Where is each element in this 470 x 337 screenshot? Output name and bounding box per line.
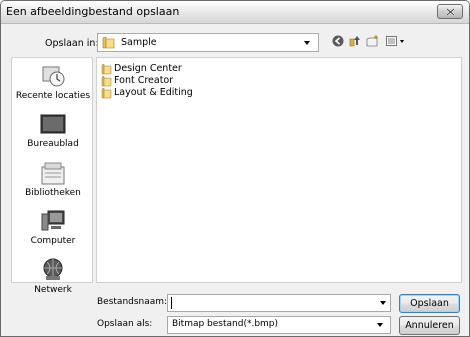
save-in-dropdown[interactable]: Sample (97, 33, 319, 52)
file-name: Design Center (114, 63, 182, 74)
folder-icon (102, 36, 115, 49)
filename-input[interactable] (167, 294, 391, 312)
recent-locations-icon (42, 66, 65, 87)
title-bar[interactable]: Een afbeeldingbestand opslaan (1, 1, 469, 24)
back-icon[interactable] (332, 35, 344, 47)
save-in-value: Sample (121, 37, 157, 48)
close-button[interactable] (437, 4, 463, 19)
save-in-label: Opslaan in: (45, 38, 99, 49)
chevron-down-icon (304, 41, 310, 45)
place-label: Bureaublad (27, 139, 79, 149)
place-label: Bibliotheken (25, 188, 81, 198)
folder-icon (101, 88, 112, 99)
places-bar: Recente locaties Bureaublad Bibliotheken (11, 57, 94, 295)
view-menu-icon[interactable] (386, 35, 406, 47)
close-icon (446, 8, 455, 16)
filetype-dropdown[interactable]: Bitmap bestand(*.bmp) (167, 316, 391, 334)
filetype-value: Bitmap bestand(*.bmp) (172, 319, 279, 329)
folder-icon (101, 64, 112, 75)
place-desktop[interactable]: Bureaublad (12, 108, 94, 154)
save-image-dialog: Een afbeeldingbestand opslaan Opslaan in… (0, 0, 470, 337)
folder-icon (101, 76, 112, 87)
place-recent-locations[interactable]: Recente locaties (12, 60, 94, 106)
window-title: Een afbeeldingbestand opslaan (6, 5, 180, 18)
computer-icon (41, 210, 65, 231)
place-label: Recente locaties (15, 91, 91, 101)
new-folder-icon[interactable] (366, 35, 380, 47)
network-icon (43, 258, 63, 280)
filename-label: Bestandsnaam: (97, 297, 168, 307)
chevron-down-icon[interactable] (380, 301, 386, 305)
file-name: Font Creator (114, 75, 174, 86)
chevron-down-icon (377, 323, 383, 327)
place-label: Netwerk (34, 285, 72, 295)
place-computer[interactable]: Computer (12, 205, 94, 251)
place-libraries[interactable]: Bibliotheken (12, 157, 94, 203)
file-name: Layout & Editing (114, 87, 193, 98)
place-label: Computer (30, 236, 76, 246)
desktop-icon (40, 114, 66, 134)
libraries-icon (41, 162, 65, 185)
up-folder-icon[interactable] (349, 35, 362, 47)
cancel-button[interactable]: Annuleren (399, 316, 460, 335)
filetype-label: Opslaan als: (97, 319, 153, 329)
text-caret (171, 297, 172, 309)
save-button[interactable]: Opslaan (399, 294, 460, 313)
place-network[interactable]: Netwerk (12, 254, 94, 300)
file-list[interactable]: Design Center Font Creator Layout & Edit… (96, 57, 462, 283)
